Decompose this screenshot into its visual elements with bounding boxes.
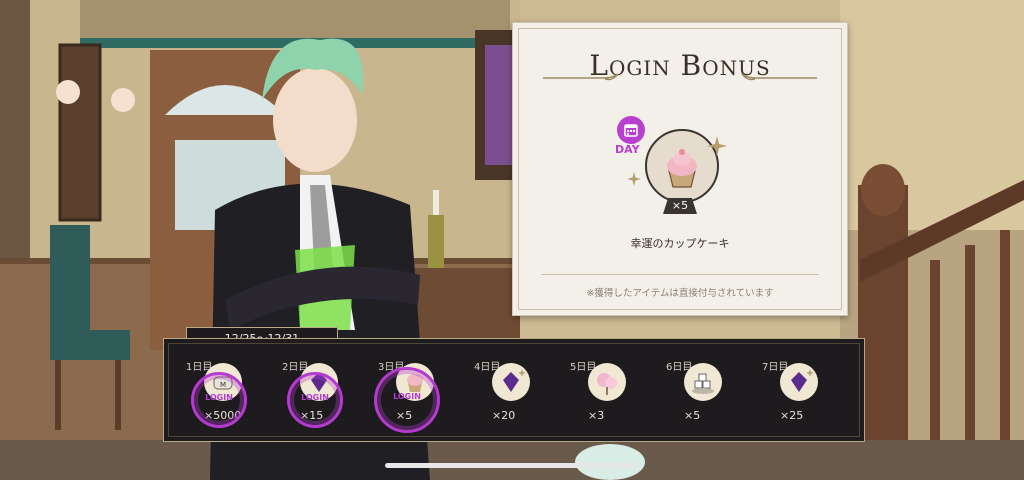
sugar-cubes-icon (684, 363, 722, 401)
flourish-right-icon (741, 73, 817, 81)
calendar-day-1: 1日目 M ×5000 LOGIN (164, 339, 260, 439)
reward-count: ×5 (663, 198, 697, 214)
stamp-text: LOGIN (205, 393, 233, 402)
login-stamp-icon: LOGIN (374, 367, 440, 433)
calendar-day-6: 6日目 ×5 (644, 339, 740, 439)
gem-icon (780, 363, 818, 401)
flourish-left-icon (543, 73, 619, 81)
login-stamp-icon: LOGIN (191, 372, 247, 428)
sparkle-icon (627, 172, 641, 186)
day-quantity: ×25 (780, 409, 804, 422)
reward-note: ※獲得したアイテムは直接付与されています (586, 288, 774, 299)
day-quantity: ×20 (492, 409, 516, 422)
day-label: DAY (615, 143, 640, 156)
calendar-day-3: 3日目 ×5 LOGIN (356, 339, 452, 439)
day-quantity: ×5 (684, 409, 701, 422)
stamp-text: LOGIN (301, 393, 329, 402)
divider (541, 274, 819, 275)
calendar-icon (617, 116, 645, 144)
login-stamp-icon: LOGIN (287, 372, 343, 428)
login-calendar-bar: 1日目 M ×5000 LOGIN 2日目 ×15 LOGIN 3日目 ×5 L… (163, 338, 865, 442)
calendar-day-5: 5日目 ×3 (548, 339, 644, 439)
stamp-text: LOGIN (393, 392, 421, 401)
sparkle-icon (707, 136, 727, 156)
gem-icon (492, 363, 530, 401)
day-quantity: ×3 (588, 409, 605, 422)
cotton-candy-icon (588, 363, 626, 401)
home-indicator[interactable] (385, 463, 635, 468)
calendar-day-2: 2日目 ×15 LOGIN (260, 339, 356, 439)
calendar-day-4: 4日目 ×20 (452, 339, 548, 439)
reward-name: 幸運のカップケーキ (630, 237, 730, 250)
login-bonus-card: Login Bonus DAY ×5 幸運のカップケーキ ※獲得したアイテムは直… (512, 22, 848, 316)
calendar-day-7: 7日目 ×25 (740, 339, 836, 439)
